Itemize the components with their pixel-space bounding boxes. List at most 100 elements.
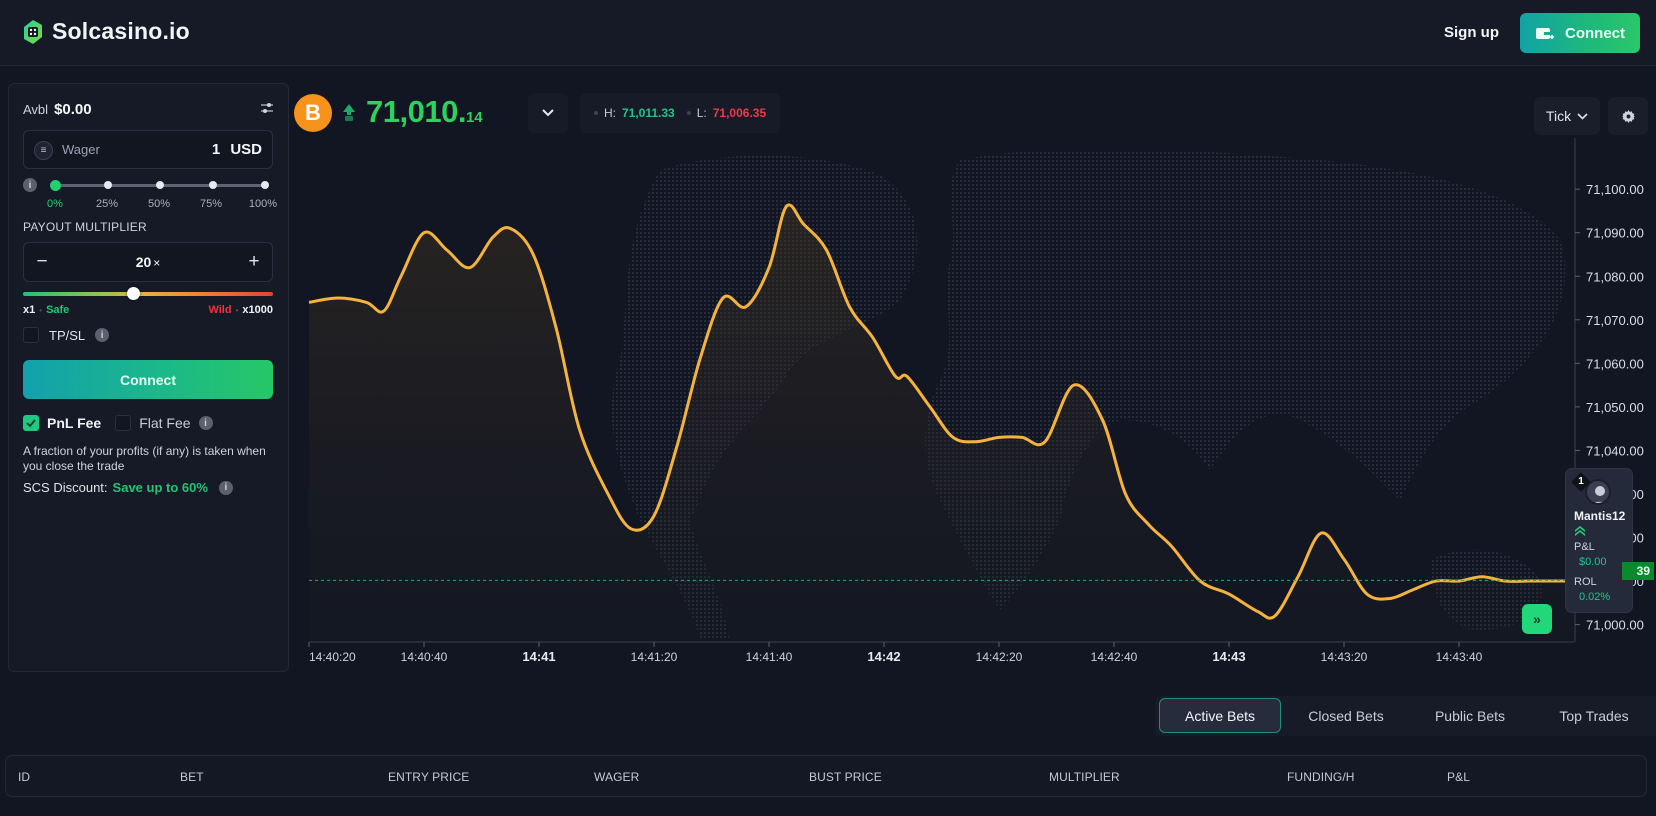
info-icon[interactable]: i xyxy=(23,178,37,192)
percent-label[interactable]: 0% xyxy=(47,198,63,210)
x-tick-label: 14:41:40 xyxy=(746,650,793,664)
tpsl-row: TP/SL i xyxy=(23,327,110,343)
x-tick-label: 14:40:40 xyxy=(401,650,448,664)
column-header[interactable]: BET xyxy=(180,770,204,784)
rank-number: 1 xyxy=(1578,476,1584,487)
x-tick-label: 14:43 xyxy=(1212,649,1245,664)
wager-label: Wager xyxy=(62,142,100,157)
percent-stop-50[interactable] xyxy=(156,181,164,189)
percent-stop-100[interactable] xyxy=(261,181,269,189)
price-decimals: 14 xyxy=(465,109,483,126)
pnl-fee-label: PnL Fee xyxy=(47,415,102,431)
settings-sliders-icon[interactable] xyxy=(260,102,274,114)
column-header[interactable]: P&L xyxy=(1447,770,1470,784)
bets-tabs: Active Bets Closed Bets Public Bets Top … xyxy=(1155,696,1656,736)
risk-safe-label: Safe xyxy=(46,304,70,316)
pair-dropdown-button[interactable] xyxy=(528,93,568,133)
tab-active-bets[interactable]: Active Bets xyxy=(1159,698,1281,733)
chart-settings-button[interactable] xyxy=(1608,97,1648,135)
scs-discount-value[interactable]: Save up to 60% xyxy=(113,480,208,495)
separator: • xyxy=(39,305,43,315)
multiplier-value[interactable]: 20 × xyxy=(24,254,272,270)
scs-discount-label: SCS Discount: xyxy=(23,480,108,495)
risk-wild-label: Wild xyxy=(208,304,232,316)
top-header: Solcasino.io Sign up Connect xyxy=(0,0,1656,66)
bets-table-header: ID BET ENTRY PRICE WAGER BUST PRICE MULT… xyxy=(5,755,1647,797)
multiplier-suffix: × xyxy=(153,256,161,270)
interval-dropdown[interactable]: Tick xyxy=(1534,97,1600,135)
tab-top-trades[interactable]: Top Trades xyxy=(1533,698,1655,733)
tab-public-bets[interactable]: Public Bets xyxy=(1409,698,1531,733)
percent-labels: 0% 25% 50% 75% 100% xyxy=(39,198,285,212)
info-icon[interactable]: i xyxy=(198,416,213,430)
column-header[interactable]: ID xyxy=(18,770,30,784)
current-price-tag: 39 xyxy=(1622,562,1654,580)
separator-dot xyxy=(594,111,598,115)
connect-button[interactable]: Connect xyxy=(23,360,273,399)
percent-label[interactable]: 25% xyxy=(96,198,118,210)
wager-currency: USD xyxy=(230,141,262,158)
trader-name: Mantis12 xyxy=(1574,509,1626,523)
multiplier-stepper[interactable]: − 20 × + xyxy=(23,242,273,282)
percent-stop-25[interactable] xyxy=(103,181,112,189)
info-icon[interactable]: i xyxy=(95,328,110,342)
y-tick-label: 71,050.00 xyxy=(1586,400,1644,415)
low-label: L: xyxy=(696,106,707,120)
wager-percent-slider[interactable] xyxy=(50,180,269,191)
y-tick-label: 71,070.00 xyxy=(1586,313,1644,328)
connect-label: Connect xyxy=(1565,24,1625,42)
x-tick-label: 14:43:20 xyxy=(1321,650,1368,664)
checkmark-icon xyxy=(26,419,36,427)
percent-label[interactable]: 50% xyxy=(148,198,170,210)
brand-name: Solcasino.io xyxy=(52,18,190,44)
chevron-down-icon xyxy=(542,109,554,117)
column-header[interactable]: WAGER xyxy=(594,770,639,784)
scs-discount: SCS Discount: Save up to 60% i xyxy=(23,480,233,495)
flat-fee-checkbox[interactable] xyxy=(115,415,132,431)
column-header[interactable]: MULTIPLIER xyxy=(1049,770,1120,784)
column-header[interactable]: FUNDING/H xyxy=(1287,770,1355,784)
brand-logo[interactable]: Solcasino.io xyxy=(22,18,190,45)
wager-input[interactable]: ≡ Wager 1 USD xyxy=(23,130,273,169)
available-value: $0.00 xyxy=(54,101,92,118)
gear-icon xyxy=(1621,109,1635,123)
percent-stop-75[interactable] xyxy=(208,181,217,189)
trader-card[interactable]: 1 Mantis12 P&L $0.00 ROL 0.02% xyxy=(1565,468,1633,613)
price-up-icon xyxy=(343,104,355,121)
column-header[interactable]: BUST PRICE xyxy=(809,770,882,784)
wager-value: 1 xyxy=(211,141,221,158)
risk-slider[interactable] xyxy=(23,287,273,300)
increase-multiplier-button[interactable]: + xyxy=(244,251,264,273)
tab-closed-bets[interactable]: Closed Bets xyxy=(1285,698,1407,733)
sign-up-link[interactable]: Sign up xyxy=(1444,24,1499,41)
price-main: 71,010. xyxy=(366,94,466,129)
separator: • xyxy=(235,305,239,315)
percent-label[interactable]: 75% xyxy=(200,198,222,210)
info-icon[interactable]: i xyxy=(218,480,233,495)
x-tick-label: 14:41:20 xyxy=(631,650,678,664)
scroll-to-latest-button[interactable]: » xyxy=(1522,604,1552,634)
percent-label[interactable]: 100% xyxy=(249,198,277,210)
chevron-down-icon xyxy=(1577,112,1588,120)
pnl-label: P&L xyxy=(1574,541,1595,553)
rol-value: 0.02% xyxy=(1579,591,1611,603)
bitcoin-icon: B xyxy=(294,94,332,132)
pnl-fee-checkbox[interactable] xyxy=(23,415,39,431)
interval-label: Tick xyxy=(1545,108,1572,124)
tpsl-label: TP/SL xyxy=(49,327,86,343)
risk-max: x1000 xyxy=(242,304,273,316)
available-balance: Avbl $0.00 xyxy=(23,101,92,118)
low-value: 71,006.35 xyxy=(712,106,767,120)
connect-wallet-button[interactable]: Connect xyxy=(1520,13,1640,53)
risk-slider-thumb[interactable] xyxy=(127,287,140,300)
bet-panel: Avbl $0.00 ≡ Wager 1 USD i 0% 25% 50% 75… xyxy=(8,83,289,672)
x-tick-label: 14:43:40 xyxy=(1436,650,1483,664)
multiplier-number: 20 xyxy=(135,254,152,270)
double-chevron-right-icon: » xyxy=(1533,611,1541,627)
y-tick-label: 71,060.00 xyxy=(1586,356,1644,371)
tpsl-checkbox[interactable] xyxy=(23,327,39,343)
high-value: 71,011.33 xyxy=(622,106,675,120)
percent-stop-0[interactable] xyxy=(50,180,61,191)
y-tick-label: 71,040.00 xyxy=(1586,443,1644,458)
column-header[interactable]: ENTRY PRICE xyxy=(388,770,469,784)
